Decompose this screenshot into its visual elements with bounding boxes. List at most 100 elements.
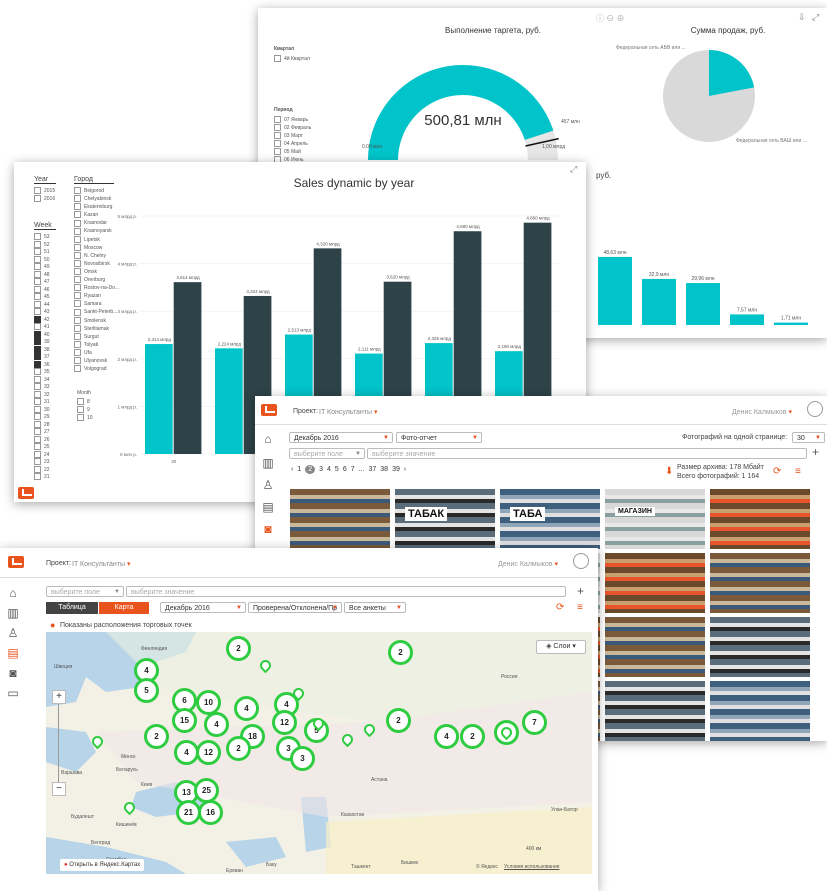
week-item[interactable]: 42 [34, 315, 50, 324]
checkbox[interactable] [74, 357, 81, 365]
page-link[interactable]: ... [359, 466, 365, 473]
page-link[interactable]: 6 [343, 466, 347, 473]
checkbox[interactable] [274, 55, 281, 62]
period-item[interactable]: 07 Январь [274, 116, 311, 124]
refresh-icon[interactable]: ⟳ [556, 602, 564, 613]
app-logo[interactable] [8, 556, 24, 568]
week-item[interactable]: 44 [34, 300, 50, 309]
week-item[interactable]: 27 [34, 428, 50, 436]
home-icon[interactable]: ⌂ [6, 586, 20, 600]
add-filter-icon[interactable]: + [577, 584, 584, 598]
city-item[interactable]: Chelyabinsk [74, 195, 119, 203]
checkbox[interactable] [74, 211, 81, 219]
checkbox[interactable] [34, 398, 41, 405]
checkbox[interactable] [34, 308, 41, 315]
checkbox[interactable] [34, 263, 41, 270]
checkbox[interactable] [34, 293, 41, 300]
checkbox[interactable] [74, 219, 81, 227]
checkbox[interactable] [34, 330, 41, 338]
week-item[interactable]: 35 [34, 368, 50, 376]
checkbox[interactable] [274, 124, 281, 132]
checkbox[interactable] [77, 414, 84, 422]
week-item[interactable]: 31 [34, 398, 50, 406]
checkbox[interactable] [34, 383, 41, 390]
chart-icon[interactable]: ▥ [6, 606, 20, 620]
week-item[interactable]: 48 [34, 270, 50, 279]
bar[interactable] [173, 282, 202, 454]
week-item[interactable]: 51 [34, 248, 50, 256]
checkbox[interactable] [34, 450, 41, 458]
photo-thumbnail[interactable] [605, 489, 705, 549]
checkbox[interactable] [74, 332, 81, 340]
open-yandex-link[interactable]: ● Открыть в Яндекс.Картах [60, 859, 145, 871]
checkbox[interactable] [274, 140, 281, 148]
checkbox[interactable] [74, 308, 81, 316]
checkbox[interactable] [77, 398, 84, 406]
add-filter-icon[interactable]: + [812, 445, 819, 459]
zoom-in-button[interactable]: + [52, 690, 66, 704]
checkbox[interactable] [34, 353, 41, 360]
field-select[interactable]: выберите поле ▼ [289, 448, 365, 459]
week-item[interactable]: 43 [34, 308, 50, 316]
expand-icon[interactable]: ⤢ [812, 12, 819, 23]
week-item[interactable]: 30 [34, 405, 50, 414]
month-select[interactable]: Декабрь 2016 ▼ [160, 602, 246, 613]
photo-thumbnail[interactable] [605, 681, 705, 741]
week-item[interactable]: 28 [34, 420, 50, 429]
checkbox[interactable] [74, 284, 81, 292]
filter-icon[interactable]: ≡ [795, 466, 801, 477]
user-avatar-icon[interactable] [807, 401, 823, 417]
week-item[interactable]: 46 [34, 285, 50, 294]
year-item[interactable]: 2015 [34, 187, 55, 195]
quarter-item[interactable]: 4й Квартал [274, 55, 310, 62]
checkbox[interactable] [34, 195, 41, 203]
checkbox[interactable] [34, 323, 41, 330]
page-link[interactable]: 5 [335, 466, 339, 473]
location-cluster[interactable]: 4 [434, 724, 459, 749]
checkbox[interactable] [34, 413, 41, 420]
location-cluster[interactable]: 2 [460, 724, 485, 749]
next-page-icon[interactable]: › [402, 466, 406, 473]
page-link[interactable]: 4 [327, 466, 331, 473]
location-cluster[interactable]: 2 [388, 640, 413, 665]
checkbox[interactable] [34, 285, 41, 293]
period-item[interactable]: 03 Март [274, 132, 311, 140]
location-cluster[interactable]: 2 [226, 636, 251, 661]
photo-thumbnail[interactable] [710, 681, 810, 741]
checkbox[interactable] [34, 465, 41, 473]
location-cluster[interactable]: 16 [198, 800, 223, 825]
project-select[interactable]: IT Консультанты ▾ [319, 408, 378, 416]
page-link[interactable]: 38 [380, 466, 388, 473]
checkbox[interactable] [74, 276, 81, 284]
zoom-slider[interactable] [58, 704, 59, 784]
checkbox[interactable] [34, 405, 41, 413]
map-icon[interactable]: ▤ [6, 646, 20, 660]
week-item[interactable]: 36 [34, 360, 50, 369]
week-item[interactable]: 21 [34, 473, 50, 481]
photo-thumbnail[interactable] [710, 617, 810, 677]
month-item[interactable]: 10 [77, 414, 93, 422]
city-item[interactable]: Belgorod [74, 187, 119, 195]
week-item[interactable]: 25 [34, 443, 50, 451]
checkbox[interactable] [274, 132, 281, 140]
checkbox[interactable] [274, 148, 281, 156]
week-item[interactable]: 38 [34, 345, 50, 354]
photo-thumbnail[interactable] [605, 553, 705, 613]
week-item[interactable]: 23 [34, 458, 50, 466]
checkbox[interactable] [34, 240, 41, 248]
checkbox[interactable] [34, 420, 41, 428]
week-item[interactable]: 49 [34, 263, 50, 271]
expand-icon[interactable]: ⤢ [570, 164, 577, 175]
week-item[interactable]: 22 [34, 465, 50, 474]
chart-icon[interactable]: ▥ [261, 456, 275, 470]
user-menu[interactable]: Денис Калмыков ▾ [732, 408, 792, 416]
minus-icon[interactable]: ⊖ [606, 14, 614, 23]
week-item[interactable]: 47 [34, 278, 50, 286]
checkbox[interactable] [34, 443, 41, 450]
report-select[interactable]: Фото-отчет ▼ [396, 432, 482, 443]
location-cluster[interactable]: 3 [290, 746, 315, 771]
period-item[interactable]: 04 Апрель [274, 140, 311, 148]
checkbox[interactable] [34, 473, 41, 480]
checkbox[interactable] [74, 187, 81, 195]
checkbox[interactable] [34, 345, 41, 353]
